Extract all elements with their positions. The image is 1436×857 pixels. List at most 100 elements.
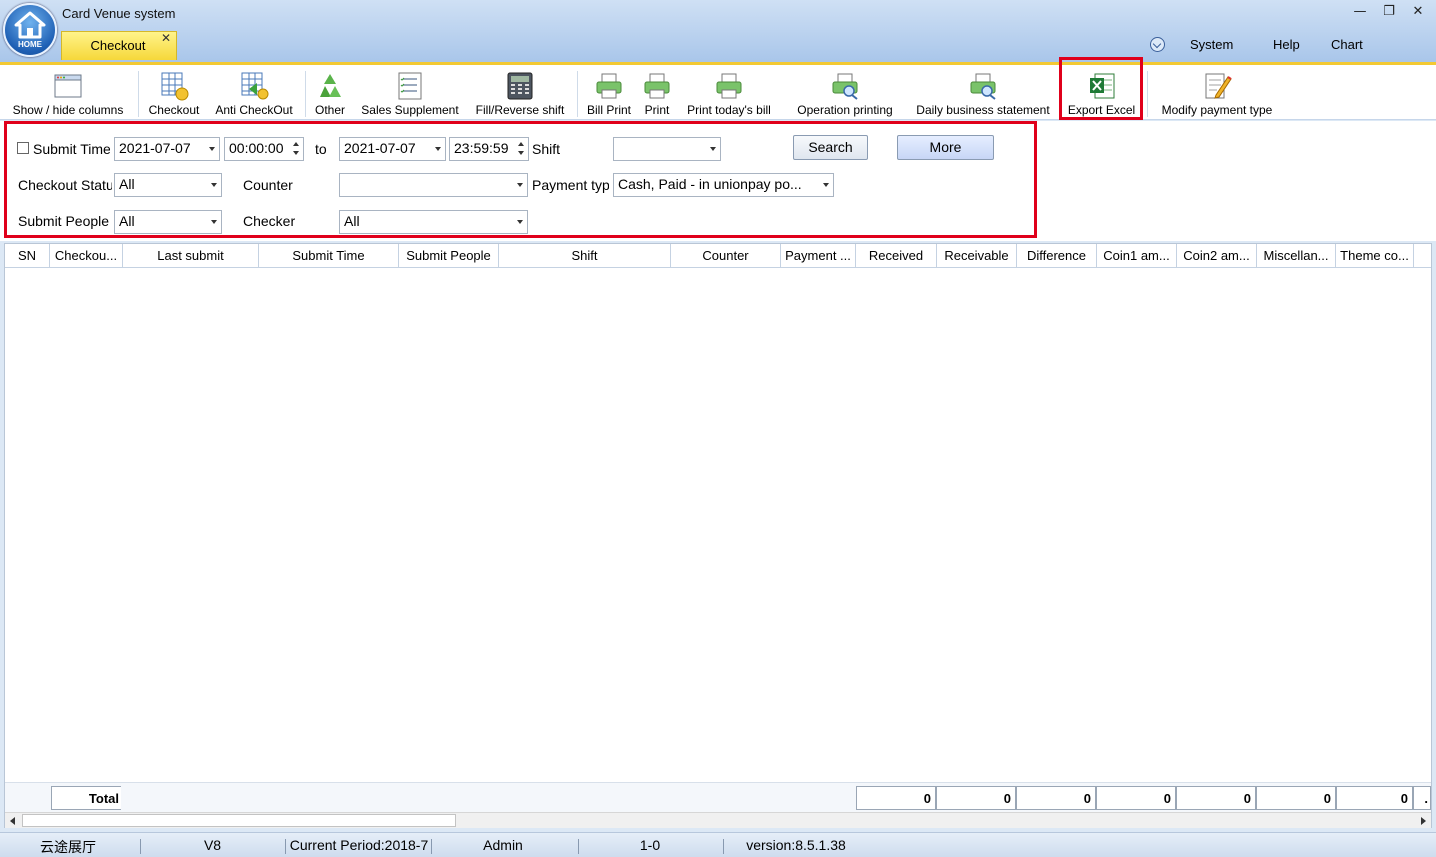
scroll-left-icon[interactable] [10, 817, 15, 825]
column-header[interactable]: Miscellan... [1257, 244, 1336, 267]
menu-chart[interactable]: Chart [1331, 37, 1363, 52]
status-venue: 云途展厅 [40, 839, 96, 855]
anti-checkout-button[interactable]: Anti CheckOut [210, 65, 298, 120]
column-header[interactable]: Submit Time [259, 244, 399, 267]
calculator-icon [507, 72, 533, 100]
column-header[interactable]: Receivable [937, 244, 1017, 267]
printer-icon [716, 73, 742, 99]
status-divider [431, 839, 432, 854]
restore-button[interactable]: ❐ [1379, 4, 1399, 19]
operation-printing-button[interactable]: Operation printing [786, 65, 904, 120]
anti-checkout-icon [241, 72, 269, 100]
scrollbar-thumb[interactable] [22, 814, 456, 827]
column-header[interactable]: Received [856, 244, 937, 267]
status-bar: 云途展厅 V8 Current Period:2018-7 Admin 1-0 … [0, 832, 1436, 857]
columns-window-icon [54, 74, 82, 98]
minimize-button[interactable]: — [1350, 4, 1370, 19]
column-header[interactable]: SN [5, 244, 50, 267]
edit-document-icon [1205, 73, 1232, 99]
operation-printing-label: Operation printing [797, 103, 893, 117]
close-button[interactable]: ✕ [1408, 4, 1428, 19]
grid-header: SN Checkou... Last submit Submit Time Su… [5, 244, 1431, 268]
status-period: Current Period:2018-7 [289, 837, 429, 853]
daily-business-statement-button[interactable]: Daily business statement [908, 65, 1058, 120]
status-user: Admin [483, 837, 523, 853]
title-bar: HOME Card Venue system — ❐ ✕ Checkout ✕ … [0, 0, 1436, 62]
checkout-button[interactable]: Checkout [143, 65, 205, 120]
bill-print-button[interactable]: Bill Print [582, 65, 636, 120]
status-version-short: V8 [203, 837, 222, 853]
total-coin1: 0 [1096, 786, 1176, 810]
menu-system[interactable]: System [1190, 37, 1233, 52]
horizontal-scrollbar[interactable] [5, 812, 1431, 828]
column-header[interactable]: Last submit [123, 244, 259, 267]
status-divider [723, 839, 724, 854]
status-divider [578, 839, 579, 854]
tab-checkout[interactable]: Checkout ✕ [61, 31, 177, 60]
fill-reverse-shift-label: Fill/Reverse shift [475, 103, 565, 117]
total-coin2: 0 [1176, 786, 1256, 810]
daily-business-statement-label: Daily business statement [916, 103, 1050, 117]
column-header[interactable]: Checkou... [50, 244, 123, 267]
total-label: Total [51, 786, 121, 810]
checkout-table-icon [161, 72, 189, 101]
print-label: Print [644, 103, 670, 117]
tab-checkout-label: Checkout [90, 38, 146, 53]
home-label: HOME [18, 40, 42, 49]
toolbar-divider [138, 71, 139, 117]
column-header[interactable]: Coin1 am... [1097, 244, 1177, 267]
show-hide-columns-label: Show / hide columns [12, 103, 124, 117]
toolbar: Show / hide columns Checkout Anti CheckO… [0, 62, 1436, 120]
sales-supplement-button[interactable]: Sales Supplement [355, 65, 465, 120]
total-receivable: 0 [936, 786, 1016, 810]
sales-supplement-label: Sales Supplement [361, 103, 459, 117]
other-button[interactable]: Other [310, 65, 350, 120]
column-header[interactable]: Submit People [399, 244, 499, 267]
status-divider [140, 839, 141, 854]
print-todays-bill-button[interactable]: Print today's bill [679, 65, 779, 120]
export-excel-highlight [1059, 57, 1143, 120]
total-theme: 0 [1336, 786, 1413, 810]
fill-reverse-shift-button[interactable]: Fill/Reverse shift [470, 65, 570, 120]
printer-icon [644, 73, 670, 99]
menu-help[interactable]: Help [1273, 37, 1300, 52]
column-header[interactable]: Difference [1017, 244, 1097, 267]
column-header[interactable]: Counter [671, 244, 781, 267]
toolbar-divider [1147, 71, 1148, 117]
filter-highlight [4, 121, 1037, 238]
toolbar-divider [305, 71, 306, 117]
home-button[interactable]: HOME [3, 3, 57, 57]
app-title: Card Venue system [62, 6, 176, 21]
total-miscellaneous: 0 [1256, 786, 1336, 810]
scroll-right-icon[interactable] [1421, 817, 1426, 825]
modify-payment-type-button[interactable]: Modify payment type [1152, 65, 1282, 120]
total-row: Total 0 0 0 0 0 0 0 . [5, 782, 1431, 812]
column-header[interactable]: Payment ... [781, 244, 856, 267]
tab-close-icon[interactable]: ✕ [161, 31, 171, 45]
show-hide-columns-button[interactable]: Show / hide columns [4, 65, 132, 120]
total-received: 0 [856, 786, 936, 810]
recycle-icon [320, 74, 341, 97]
print-todays-bill-label: Print today's bill [687, 103, 771, 117]
print-button[interactable]: Print [640, 65, 674, 120]
printer-icon [596, 73, 622, 99]
checkout-label: Checkout [148, 103, 200, 117]
column-header[interactable]: Theme co... [1336, 244, 1414, 267]
total-overflow: . [1413, 786, 1431, 810]
toolbar-divider [577, 71, 578, 117]
checklist-icon [398, 72, 422, 100]
checkout-grid[interactable]: SN Checkou... Last submit Submit Time Su… [4, 243, 1432, 828]
status-version: version:8.5.1.38 [746, 837, 846, 853]
other-label: Other [314, 103, 345, 117]
status-code: 1-0 [639, 837, 661, 853]
modify-payment-type-label: Modify payment type [1161, 103, 1273, 117]
column-header[interactable]: Coin2 am... [1177, 244, 1257, 267]
print-preview-icon [970, 73, 996, 100]
home-icon [14, 11, 46, 39]
anti-checkout-label: Anti CheckOut [215, 103, 293, 117]
print-preview-icon [832, 73, 858, 100]
column-header[interactable]: Shift [499, 244, 671, 267]
chevron-down-icon[interactable] [1150, 37, 1165, 52]
status-divider [285, 839, 286, 854]
total-difference: 0 [1016, 786, 1096, 810]
